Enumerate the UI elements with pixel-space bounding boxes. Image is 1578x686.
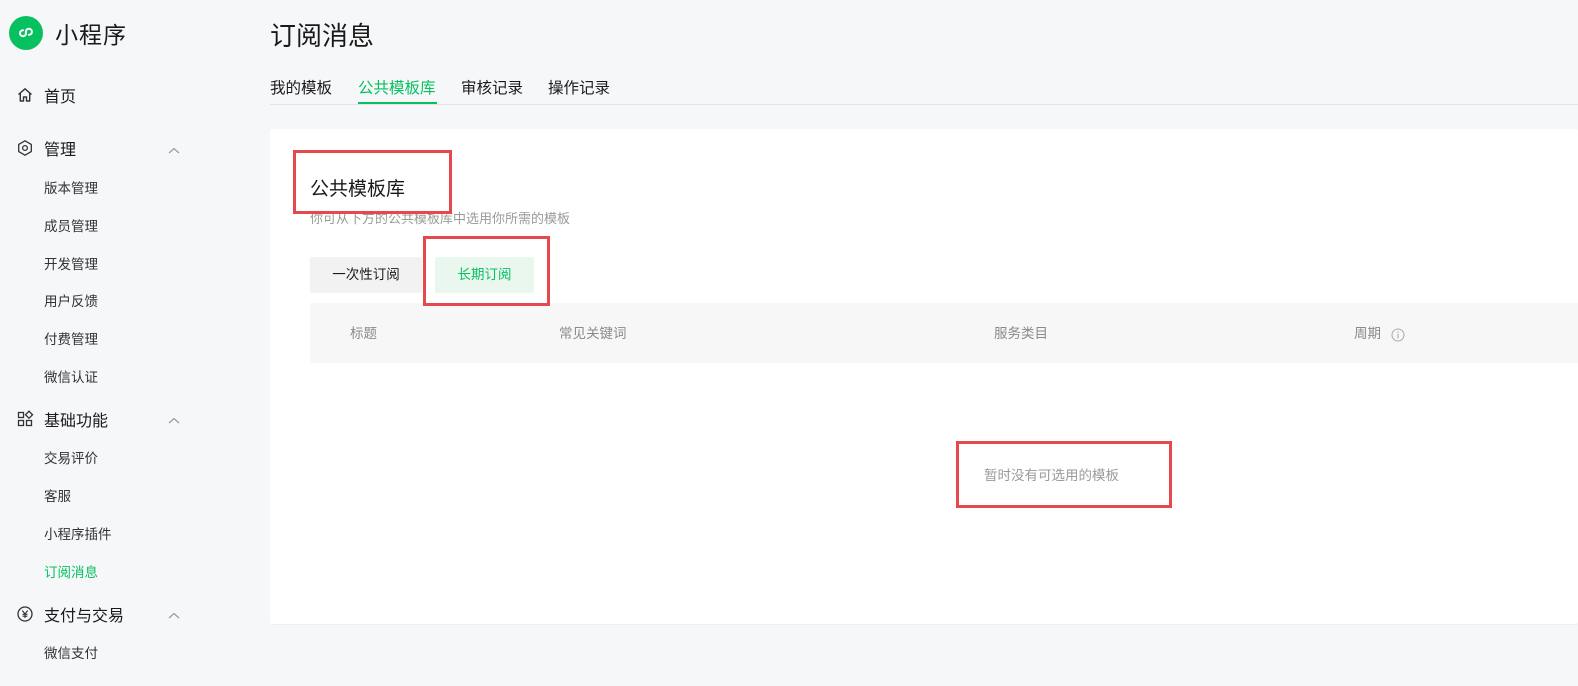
sidebar-item-version[interactable]: 版本管理 xyxy=(44,180,98,198)
template-library-card xyxy=(270,129,1578,624)
sidebar-item-subscription-messages[interactable]: 订阅消息 xyxy=(44,564,98,582)
brand-logo[interactable]: 小程序 xyxy=(9,16,127,50)
sidebar-item-development[interactable]: 开发管理 xyxy=(44,256,98,274)
segment-one-time-subscription[interactable]: 一次性订阅 xyxy=(310,257,422,293)
sidebar-section-basic-features[interactable]: 基础功能 xyxy=(16,405,108,433)
chevron-up-icon[interactable] xyxy=(168,607,180,619)
chevron-up-icon[interactable] xyxy=(168,142,180,154)
settings-hexagon-icon xyxy=(16,139,34,157)
sidebar-item-billing[interactable]: 付费管理 xyxy=(44,331,98,349)
sidebar-item-plugins[interactable]: 小程序插件 xyxy=(44,526,112,544)
highlight-box xyxy=(423,236,550,306)
column-header-keywords: 常见关键词 xyxy=(559,326,627,342)
tab-bar: 我的模板 公共模板库 审核记录 操作记录 xyxy=(270,76,1578,105)
sidebar-item-members[interactable]: 成员管理 xyxy=(44,218,98,236)
info-icon[interactable] xyxy=(1391,327,1405,342)
active-tab-indicator xyxy=(358,102,437,104)
column-header-period: 周期 xyxy=(1354,326,1381,342)
sidebar: 小程序 首页 管理 版本管理 成员管理 开发管理 用户反馈 付费管理 微信认证 … xyxy=(0,0,240,686)
sidebar-item-verification[interactable]: 微信认证 xyxy=(44,369,98,387)
sidebar-section-label: 基础功能 xyxy=(44,411,109,430)
sidebar-section-label: 支付与交易 xyxy=(44,606,125,625)
tab-my-templates[interactable]: 我的模板 xyxy=(270,78,332,98)
column-header-title: 标题 xyxy=(350,326,377,342)
sidebar-item-feedback[interactable]: 用户反馈 xyxy=(44,293,98,311)
highlight-box xyxy=(293,150,452,214)
sidebar-item-reviews[interactable]: 交易评价 xyxy=(44,450,98,468)
tab-review-records[interactable]: 审核记录 xyxy=(461,78,523,98)
sidebar-section-payments[interactable]: 支付与交易 xyxy=(16,600,124,628)
sidebar-section-manage[interactable]: 管理 xyxy=(16,134,76,162)
home-icon xyxy=(16,86,34,104)
highlight-box xyxy=(956,441,1172,508)
chevron-up-icon[interactable] xyxy=(168,412,180,424)
brand-name: 小程序 xyxy=(55,23,127,49)
yuan-icon xyxy=(16,605,34,623)
sidebar-item-home[interactable]: 首页 xyxy=(16,81,76,109)
tab-public-template-library[interactable]: 公共模板库 xyxy=(358,78,436,98)
page-title: 订阅消息 xyxy=(270,22,375,52)
apps-grid-icon xyxy=(16,410,34,428)
miniprogram-logo-icon xyxy=(9,16,43,50)
sidebar-item-customer-service[interactable]: 客服 xyxy=(44,488,71,506)
column-header-category: 服务类目 xyxy=(994,326,1048,342)
tab-operation-records[interactable]: 操作记录 xyxy=(548,78,610,98)
table-header: 标题 常见关键词 服务类目 周期 xyxy=(310,303,1578,363)
sidebar-section-label: 管理 xyxy=(44,140,77,159)
sidebar-item-label: 首页 xyxy=(44,87,77,106)
sidebar-item-wechat-pay[interactable]: 微信支付 xyxy=(44,645,98,663)
